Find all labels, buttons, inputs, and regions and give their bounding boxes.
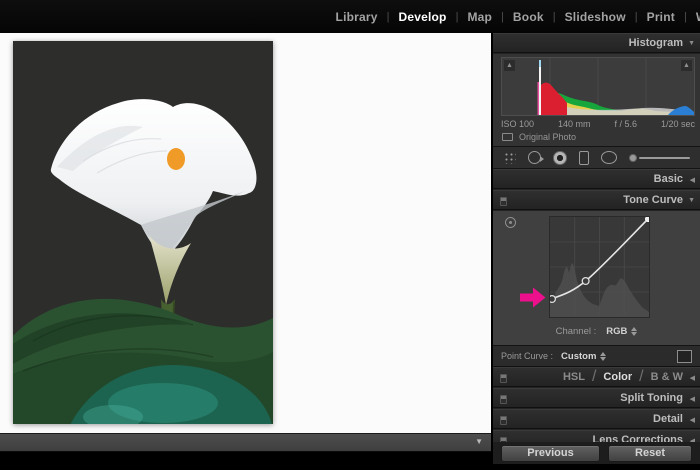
previous-button[interactable]: Previous bbox=[501, 444, 600, 462]
panel-header-split-toning[interactable]: Split Toning ◀ bbox=[493, 388, 700, 408]
panel-header-hsl-color-bw[interactable]: HSL / Color / B & W ◀ bbox=[493, 367, 700, 387]
original-photo-row: Original Photo bbox=[502, 132, 576, 142]
tone-curve-plot[interactable] bbox=[547, 216, 652, 318]
tab-hsl[interactable]: HSL bbox=[563, 371, 585, 383]
exif-iso: ISO 100 bbox=[501, 119, 535, 129]
hsl-collapse-icon[interactable]: ◀ bbox=[690, 374, 695, 382]
original-photo-icon bbox=[502, 133, 513, 141]
menu-separator: | bbox=[634, 10, 638, 23]
photo-image bbox=[13, 41, 273, 424]
hsl-enable-switch[interactable] bbox=[500, 374, 507, 383]
highlight-clipping-indicator[interactable]: ▲ bbox=[681, 60, 692, 71]
tone-curve-graph bbox=[547, 216, 652, 317]
basic-collapse-icon[interactable]: ◀ bbox=[690, 176, 695, 184]
radial-filter-icon[interactable] bbox=[601, 151, 617, 164]
panel-header-histogram[interactable]: Histogram ▼ bbox=[493, 33, 700, 53]
split-toning-title: Split Toning bbox=[620, 392, 683, 404]
module-print[interactable]: Print bbox=[647, 10, 675, 24]
tone-curve-expand-icon[interactable]: ▼ bbox=[688, 197, 695, 204]
channel-value: RGB bbox=[606, 326, 628, 337]
point-curve-label: Point Curve : bbox=[501, 351, 554, 361]
split-toning-collapse-icon[interactable]: ◀ bbox=[690, 395, 695, 403]
histogram-plot[interactable]: ▲ ▲ bbox=[501, 57, 695, 116]
graduated-filter-icon[interactable] bbox=[579, 150, 589, 165]
module-library[interactable]: Library bbox=[336, 10, 378, 24]
red-eye-icon[interactable] bbox=[553, 150, 567, 165]
menu-separator: | bbox=[455, 10, 459, 23]
exif-readout: ISO 100 140 mm f / 5.6 1/20 sec bbox=[501, 119, 695, 129]
module-develop[interactable]: Develop bbox=[399, 10, 447, 24]
reset-button[interactable]: Reset bbox=[608, 444, 692, 462]
menu-separator: | bbox=[386, 10, 390, 23]
module-menu: Library | Develop | Map | Book | Slidesh… bbox=[336, 0, 700, 33]
curve-point-midtones[interactable] bbox=[581, 276, 590, 286]
panel-header-detail[interactable]: Detail ◀ bbox=[493, 409, 700, 429]
lightroom-develop-window: Library | Develop | Map | Book | Slidesh… bbox=[0, 0, 700, 470]
main-canvas bbox=[0, 33, 491, 433]
channel-label: Channel : bbox=[555, 326, 597, 337]
detail-collapse-icon[interactable]: ◀ bbox=[690, 416, 695, 424]
photo-calla-lily[interactable] bbox=[13, 41, 273, 424]
point-curve-dropdown-icon bbox=[600, 351, 607, 361]
exif-focal-length: 140 mm bbox=[558, 119, 591, 129]
crop-overlay-icon[interactable] bbox=[503, 151, 516, 164]
toolbar-chevron-down-icon[interactable]: ▼ bbox=[475, 437, 483, 446]
histogram-panel: ▲ ▲ ISO 100 140 mm f / 5.6 1/20 sec Orig… bbox=[493, 54, 700, 146]
menu-separator: | bbox=[501, 10, 504, 23]
original-photo-label: Original Photo bbox=[519, 132, 577, 142]
spot-removal-icon[interactable] bbox=[528, 151, 544, 164]
module-web[interactable]: We bbox=[696, 10, 700, 24]
histogram-red-channel bbox=[539, 82, 567, 115]
panel-header-basic[interactable]: Basic ◀ bbox=[493, 169, 700, 189]
channel-select[interactable]: RGB bbox=[606, 326, 638, 337]
basic-title: Basic bbox=[653, 173, 683, 185]
hsl-separator: / bbox=[639, 368, 644, 385]
histogram-graph bbox=[537, 58, 694, 115]
module-book[interactable]: Book bbox=[513, 10, 544, 24]
annotation-arrow bbox=[520, 287, 546, 308]
hsl-segments: HSL / Color / B & W bbox=[563, 368, 683, 386]
target-adjustment-icon[interactable] bbox=[505, 217, 516, 228]
panel-header-tone-curve[interactable]: Tone Curve ▼ bbox=[493, 190, 700, 210]
menu-separator: | bbox=[552, 10, 556, 23]
point-curve-select[interactable]: Custom bbox=[561, 350, 607, 362]
curve-point-shadows[interactable] bbox=[547, 294, 557, 304]
module-slideshow[interactable]: Slideshow bbox=[565, 10, 626, 24]
point-curve-value: Custom bbox=[561, 350, 597, 362]
adjustment-brush-icon[interactable] bbox=[629, 153, 690, 162]
hsl-separator: / bbox=[591, 368, 597, 385]
bottom-button-strip: Previous Reset bbox=[493, 442, 700, 464]
tone-curve-panel: Channel : RGB bbox=[493, 211, 700, 346]
module-map[interactable]: Map bbox=[467, 10, 492, 24]
filmstrip-area bbox=[0, 452, 491, 470]
menu-separator: | bbox=[683, 10, 687, 23]
detail-title: Detail bbox=[653, 413, 683, 425]
tool-strip bbox=[493, 146, 700, 169]
exif-aperture: f / 5.6 bbox=[614, 119, 637, 129]
shadow-clipping-indicator[interactable]: ▲ bbox=[504, 60, 515, 71]
module-picker-bar: Library | Develop | Map | Book | Slidesh… bbox=[0, 0, 700, 33]
detail-enable-switch[interactable] bbox=[500, 416, 507, 425]
tab-bw[interactable]: B & W bbox=[651, 371, 683, 383]
tone-curve-title: Tone Curve bbox=[623, 194, 683, 206]
edit-point-curve-icon[interactable] bbox=[677, 349, 692, 363]
bottom-button-bar: Previous Reset bbox=[493, 442, 700, 470]
histogram-spike bbox=[537, 82, 539, 115]
histogram-expand-icon[interactable]: ▼ bbox=[688, 40, 695, 47]
exif-shutter: 1/20 sec bbox=[660, 119, 695, 129]
right-panel: Histogram ▼ ▲ ▲ ISO 100 140 mm f / 5.6 1… bbox=[491, 33, 700, 470]
tone-curve-enable-switch[interactable] bbox=[500, 197, 507, 206]
canvas-toolbar: ▼ bbox=[0, 433, 491, 452]
channel-row: Channel : RGB bbox=[493, 326, 700, 337]
histogram-title: Histogram bbox=[628, 37, 683, 49]
tab-color[interactable]: Color bbox=[603, 371, 632, 383]
split-toning-enable-switch[interactable] bbox=[500, 395, 507, 404]
curve-point-highlights[interactable] bbox=[645, 216, 652, 222]
point-curve-row: Point Curve : Custom bbox=[493, 346, 700, 367]
channel-dropdown-icon bbox=[631, 327, 638, 336]
